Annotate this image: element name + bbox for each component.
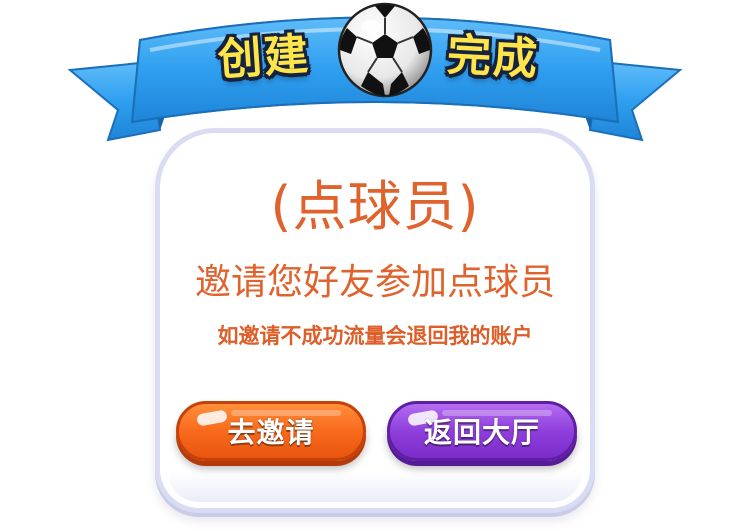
soccer-ball-icon [337, 2, 433, 98]
invite-button-label: 去邀请 [227, 416, 315, 449]
create-complete-dialog: 创建 完成 (点球员) 邀请您好友参加点球员 如邀请不成功流量会退回我的账户 去… [0, 0, 750, 531]
invite-button[interactable]: 去邀请 [176, 401, 366, 461]
invite-message: 邀请您好友参加点球员 [194, 262, 555, 303]
card-bottom-shade [168, 472, 582, 502]
refund-note: 如邀请不成功流量会退回我的账户 [217, 324, 533, 348]
button-highlight [196, 409, 228, 427]
banner-title-right: 完成 [445, 29, 542, 87]
back-to-lobby-label: 返回大厅 [423, 416, 540, 449]
banner-title-left: 创建 [215, 28, 312, 87]
back-to-lobby-button[interactable]: 返回大厅 [387, 401, 577, 461]
player-name-title: (点球员) [270, 175, 480, 238]
